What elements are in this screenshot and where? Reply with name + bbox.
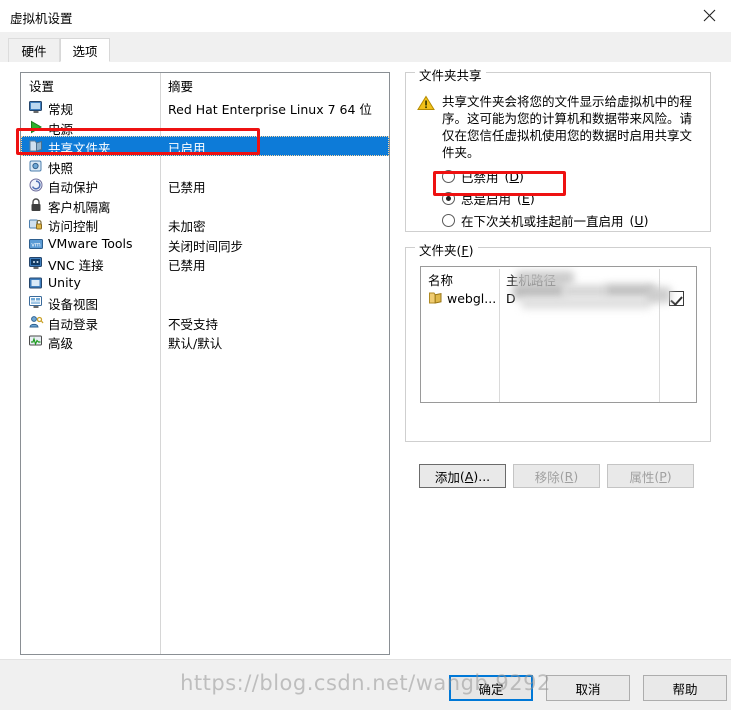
- dialog-footer: 确定 取消 帮助: [0, 659, 731, 710]
- folder-name: webgl...: [447, 291, 497, 306]
- folders-column-name: 名称: [428, 273, 454, 288]
- list-item-summary: 默认/默认: [168, 336, 223, 351]
- title-bar: 虚拟机设置: [0, 0, 731, 32]
- advanced-icon: [28, 333, 44, 349]
- radio-accel-until-shutdown: (U): [629, 212, 649, 228]
- list-item-label: 自动登录: [48, 316, 99, 332]
- radio-label-disabled: 已禁用: [461, 169, 499, 185]
- radio-until-shutdown[interactable]: 在下次关机或挂起前一直启用 (U): [442, 209, 648, 231]
- dialog-content: 设置 摘要 常规 Red Hat Enterprise Linux 7 64 位…: [0, 62, 731, 659]
- radio-always-enabled[interactable]: 总是启用 (E): [442, 187, 535, 209]
- list-item-label: 常规: [48, 102, 74, 117]
- list-item-summary: 已禁用: [168, 258, 206, 273]
- window-title: 虚拟机设置: [10, 11, 73, 26]
- list-item-label: 设备视图: [48, 297, 99, 312]
- list-item-guest-isolation[interactable]: 客户机隔离: [21, 195, 389, 215]
- radio-mark-disabled: [442, 169, 455, 183]
- snapshot-icon: [28, 158, 44, 174]
- radio-label-until-shutdown: 在下次关机或挂起前一直启用: [461, 213, 624, 229]
- folder-enabled-checkbox[interactable]: [669, 291, 684, 306]
- list-item-summary: Red Hat Enterprise Linux 7 64 位: [168, 102, 372, 117]
- close-icon[interactable]: [687, 0, 731, 31]
- list-item-autoprotect[interactable]: 自动保护 已禁用: [21, 175, 389, 195]
- list-item-label: 共享文件夹: [48, 141, 111, 156]
- list-item-summary: 不受支持: [168, 316, 219, 332]
- folder-icon: [28, 138, 44, 154]
- list-item-general[interactable]: 常规 Red Hat Enterprise Linux 7 64 位: [21, 97, 389, 117]
- folders-table[interactable]: 名称 主机路径 webgl... D: [420, 266, 697, 403]
- list-item-label: 自动保护: [48, 180, 99, 195]
- redaction-blur: [521, 297, 651, 309]
- settings-list-header: 设置 摘要: [21, 73, 389, 95]
- list-item-vmware-tools[interactable]: vm VMware Tools 关闭时间同步: [21, 234, 389, 254]
- unity-icon: [28, 275, 44, 291]
- vmware-tools-icon: vm: [28, 236, 44, 252]
- folders-column-enabled: [659, 267, 696, 288]
- svg-text:vm: vm: [31, 241, 41, 248]
- list-item-label: 访问控制: [48, 219, 99, 234]
- radio-label-always-enabled: 总是启用: [461, 191, 512, 207]
- tab-options[interactable]: 选项: [60, 38, 110, 62]
- vnc-icon: [28, 255, 44, 271]
- radio-mark-until-shutdown: [442, 213, 455, 227]
- redaction-blur: [647, 287, 671, 303]
- list-item-label: 电源: [48, 121, 74, 137]
- folder-sharing-group: 文件夹共享 共享文件夹会将您的文件显示给虚拟机中的程序。这可能为您的计算机和数据…: [405, 65, 711, 232]
- auto-login-icon: [28, 314, 44, 330]
- redaction-blur: [516, 271, 574, 285]
- ok-button[interactable]: 确定: [449, 675, 533, 701]
- folders-legend: 文件夹(F): [415, 240, 478, 259]
- remove-folder-button[interactable]: 移除(R): [513, 464, 600, 488]
- list-item-summary: 关闭时间同步: [168, 238, 244, 254]
- device-view-icon: [28, 294, 44, 310]
- list-item-label: VNC 连接: [48, 258, 104, 273]
- help-button[interactable]: 帮助: [643, 675, 727, 701]
- list-item-vnc-connection[interactable]: VNC 连接 已禁用: [21, 253, 389, 273]
- list-item-label: VMware Tools: [48, 235, 133, 251]
- settings-list[interactable]: 设置 摘要 常规 Red Hat Enterprise Linux 7 64 位…: [20, 72, 390, 655]
- list-item-summary: 未加密: [168, 219, 206, 234]
- radio-disabled[interactable]: 已禁用 (D): [442, 165, 524, 187]
- list-item-power[interactable]: 电源: [21, 117, 389, 137]
- list-item-label: 快照: [48, 160, 74, 176]
- radio-mark-always-enabled: [442, 191, 455, 205]
- list-item-shared-folders[interactable]: 共享文件夹 已启用: [21, 136, 389, 156]
- list-item-auto-login[interactable]: 自动登录 不受支持: [21, 312, 389, 332]
- column-header-summary: 摘要: [168, 79, 194, 94]
- folder-sharing-legend: 文件夹共享: [415, 65, 486, 84]
- list-item-label: 客户机隔离: [48, 199, 111, 215]
- tab-hardware[interactable]: 硬件: [8, 38, 60, 62]
- folder-icon: [428, 291, 443, 305]
- list-item-access-control[interactable]: 访问控制 未加密: [21, 214, 389, 234]
- cancel-button[interactable]: 取消: [546, 675, 630, 701]
- folder-properties-button[interactable]: 属性(P): [607, 464, 694, 488]
- folders-group: 文件夹(F) 名称 主机路径 webgl... D: [405, 240, 711, 442]
- list-item-unity[interactable]: Unity: [21, 273, 389, 293]
- add-folder-button[interactable]: 添加(A)...: [419, 464, 506, 488]
- tab-strip: 硬件 选项: [0, 32, 731, 63]
- list-item-summary: 已启用: [168, 141, 206, 156]
- list-item-device-view[interactable]: 设备视图: [21, 292, 389, 312]
- play-icon: [28, 119, 44, 135]
- autoprotect-icon: [28, 177, 44, 193]
- list-item-label: 高级: [48, 336, 74, 351]
- lock-icon: [28, 197, 44, 213]
- list-item-summary: 已禁用: [168, 180, 206, 195]
- radio-accel-always-enabled: (E): [517, 190, 535, 206]
- list-item-label: Unity: [48, 274, 81, 290]
- radio-accel-disabled: (D): [504, 168, 524, 184]
- access-control-icon: [28, 216, 44, 232]
- list-item-snapshot[interactable]: 快照: [21, 156, 389, 176]
- warning-triangle-icon: [417, 95, 435, 111]
- sharing-warning-text: 共享文件夹会将您的文件显示给虚拟机中的程序。这可能为您的计算机和数据带来风险。请…: [442, 94, 693, 160]
- column-header-name: 设置: [29, 79, 55, 94]
- list-item-advanced[interactable]: 高级 默认/默认: [21, 331, 389, 351]
- monitor-icon: [28, 99, 44, 115]
